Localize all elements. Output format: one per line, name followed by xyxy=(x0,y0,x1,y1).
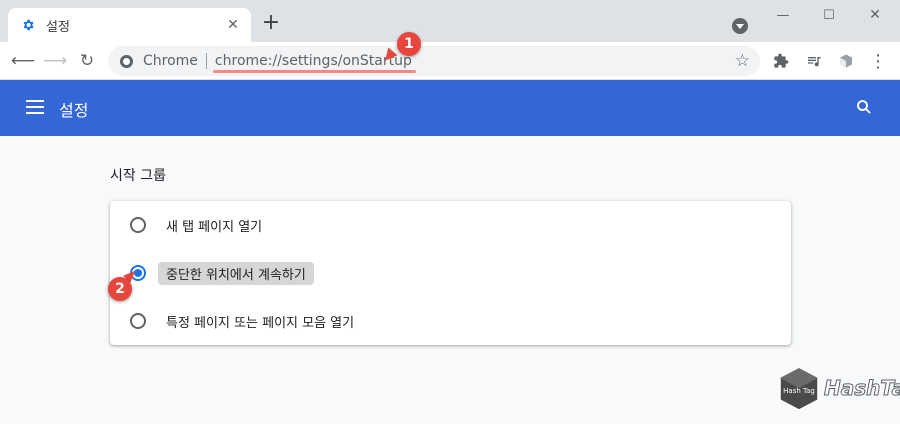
maximize-button[interactable]: ☐ xyxy=(806,4,852,26)
media-control-icon[interactable] xyxy=(804,51,824,71)
minimize-button[interactable]: — xyxy=(760,4,806,26)
bookmark-star-icon[interactable]: ☆ xyxy=(735,51,750,71)
option-label: 새 탭 페이지 열기 xyxy=(166,219,263,235)
divider xyxy=(205,53,207,69)
chrome-icon xyxy=(120,54,133,68)
callout-badge: 2 xyxy=(108,277,132,301)
settings-header: 설정 xyxy=(0,80,900,136)
new-tab-button[interactable]: + xyxy=(260,12,282,35)
hamburger-menu-icon[interactable] xyxy=(26,100,44,114)
watermark-logo: Hash Tag HashTag xyxy=(776,360,900,416)
radio-option-continue[interactable]: 중단한 위치에서 계속하기 xyxy=(110,249,791,297)
close-window-button[interactable]: ✕ xyxy=(852,4,898,26)
scheme-label: Chrome xyxy=(143,53,198,69)
callout-badge: 1 xyxy=(397,32,421,56)
option-label: 중단한 위치에서 계속하기 xyxy=(158,261,314,285)
watermark-text: HashTag xyxy=(823,376,900,401)
profile-avatar-icon[interactable] xyxy=(836,51,856,71)
reload-icon[interactable]: ↻ xyxy=(76,50,98,72)
close-icon[interactable]: ✕ xyxy=(223,15,243,35)
radio-button[interactable] xyxy=(130,313,146,329)
option-label: 특정 페이지 또는 페이지 모음 열기 xyxy=(166,315,355,331)
kebab-menu-icon[interactable]: ⋮ xyxy=(868,51,888,72)
extensions-puzzle-icon[interactable] xyxy=(771,51,791,71)
section-title: 시작 그룹 xyxy=(110,168,166,184)
url-highlight xyxy=(212,70,416,73)
watermark-cube-icon: Hash Tag xyxy=(779,367,819,411)
gear-icon xyxy=(20,17,36,33)
radio-option-new-tab[interactable]: 새 탭 페이지 열기 xyxy=(110,201,791,249)
watermark-cube-text: Hash Tag xyxy=(783,387,815,395)
page-title: 설정 xyxy=(59,101,89,120)
tab-search-icon[interactable] xyxy=(732,18,748,34)
address-bar[interactable]: Chrome chrome://settings/onStartup ☆ xyxy=(108,46,760,76)
tab-strip: 설정 ✕ + — ☐ ✕ xyxy=(0,0,900,42)
forward-arrow-icon[interactable]: ⟶ xyxy=(43,50,67,72)
tab-settings[interactable]: 설정 ✕ xyxy=(8,8,251,42)
startup-options-card: 새 탭 페이지 열기 중단한 위치에서 계속하기 특정 페이지 또는 페이지 모… xyxy=(110,201,791,345)
back-arrow-icon[interactable]: ⟵ xyxy=(11,50,35,72)
tab-title: 설정 xyxy=(46,19,70,35)
toolbar: ⟵ ⟶ ↻ Chrome chrome://settings/onStartup… xyxy=(0,42,900,80)
radio-option-specific-pages[interactable]: 특정 페이지 또는 페이지 모음 열기 xyxy=(110,297,791,345)
search-icon[interactable] xyxy=(855,98,875,118)
radio-button[interactable] xyxy=(130,217,146,233)
